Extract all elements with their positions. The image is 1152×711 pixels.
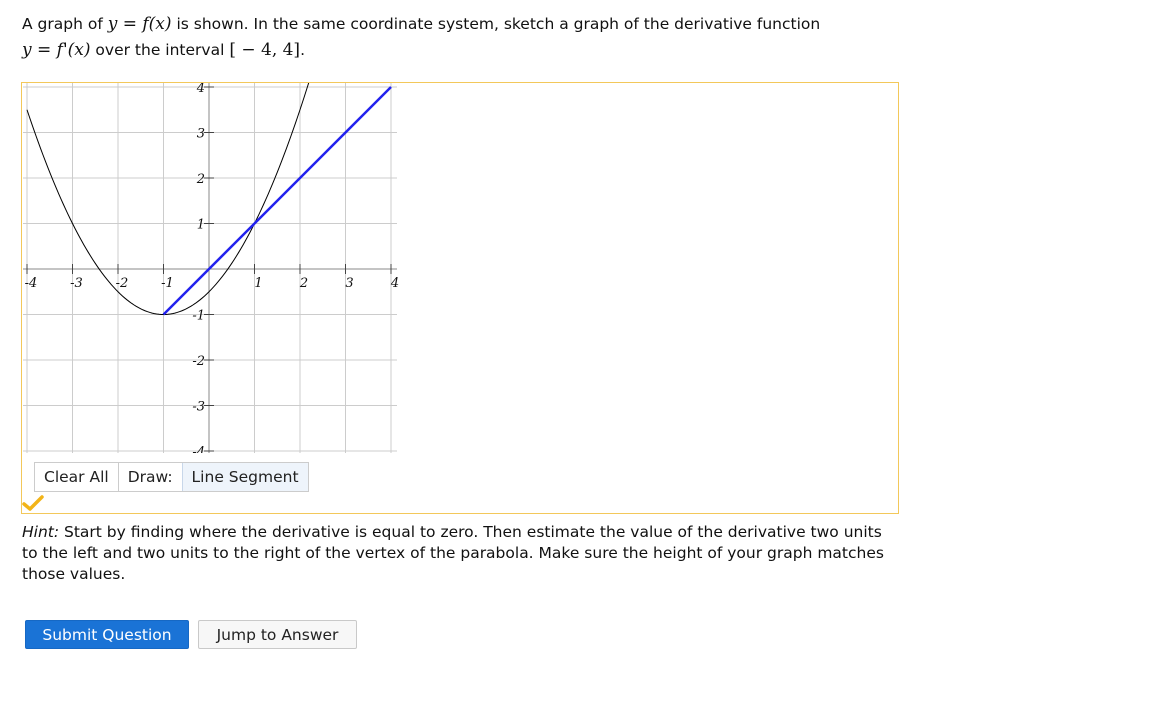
math-var: y: [22, 40, 32, 60]
answer-box: -4 -3 -2 -1 1 2 3 4 4 3 2 1 -1 -2 -3 -4 Clear All Draw:…: [21, 82, 899, 514]
y-tick-label: -1: [192, 309, 205, 324]
drawn-line-segment[interactable]: [162, 86, 392, 316]
line-segment-tool-button[interactable]: Line Segment: [181, 463, 308, 491]
tick-labels: -4 -3 -2 -1 1 2 3 4 4 3 2 1 -1 -2 -3 -4: [25, 83, 399, 453]
question-part: over the interval: [90, 41, 230, 59]
y-tick-label: 3: [197, 127, 205, 142]
question-text: A graph of y = f(x) is shown. In the sam…: [22, 11, 922, 63]
x-tick-label: 4: [390, 276, 399, 291]
graph-toolbar: Clear All Draw: Line Segment: [34, 462, 309, 492]
y-tick-label: -4: [192, 445, 205, 453]
math-arg: (x): [148, 14, 172, 34]
y-tick-label: 2: [196, 172, 205, 187]
y-tick-label: 4: [196, 83, 205, 96]
x-tick-label: -3: [70, 276, 83, 291]
x-tick-label: -2: [116, 276, 129, 291]
math-interval: [ − 4, 4]: [229, 40, 301, 60]
x-tick-label: 3: [345, 276, 353, 291]
question-part: is shown. In the same coordinate system,…: [171, 15, 821, 33]
y-tick-label: -3: [192, 400, 205, 415]
math-op: =: [31, 40, 57, 60]
hint-text: Hint: Start by finding where the derivat…: [22, 522, 902, 585]
math-op: =: [117, 14, 143, 34]
x-tick-label: -1: [161, 276, 174, 291]
draw-label: Draw:: [118, 463, 182, 491]
question-part: .: [300, 41, 306, 59]
math-arg: '(x): [62, 40, 91, 60]
submit-question-button[interactable]: Submit Question: [25, 620, 189, 649]
hint-body: Start by finding where the derivative is…: [22, 523, 884, 583]
clear-all-button[interactable]: Clear All: [35, 463, 119, 491]
math-var: y: [107, 14, 118, 34]
jump-to-answer-button[interactable]: Jump to Answer: [198, 620, 357, 649]
graph-canvas[interactable]: -4 -3 -2 -1 1 2 3 4 4 3 2 1 -1 -2 -3 -4: [23, 83, 403, 453]
y-tick-label: -2: [192, 354, 205, 369]
checkmark-icon: [22, 494, 44, 516]
hint-label: Hint:: [22, 523, 60, 541]
x-tick-label: 1: [254, 276, 262, 291]
x-tick-label: 2: [299, 276, 308, 291]
y-tick-label: 1: [197, 218, 205, 233]
x-tick-label: -4: [25, 276, 38, 291]
question-part: A graph of: [22, 15, 108, 33]
